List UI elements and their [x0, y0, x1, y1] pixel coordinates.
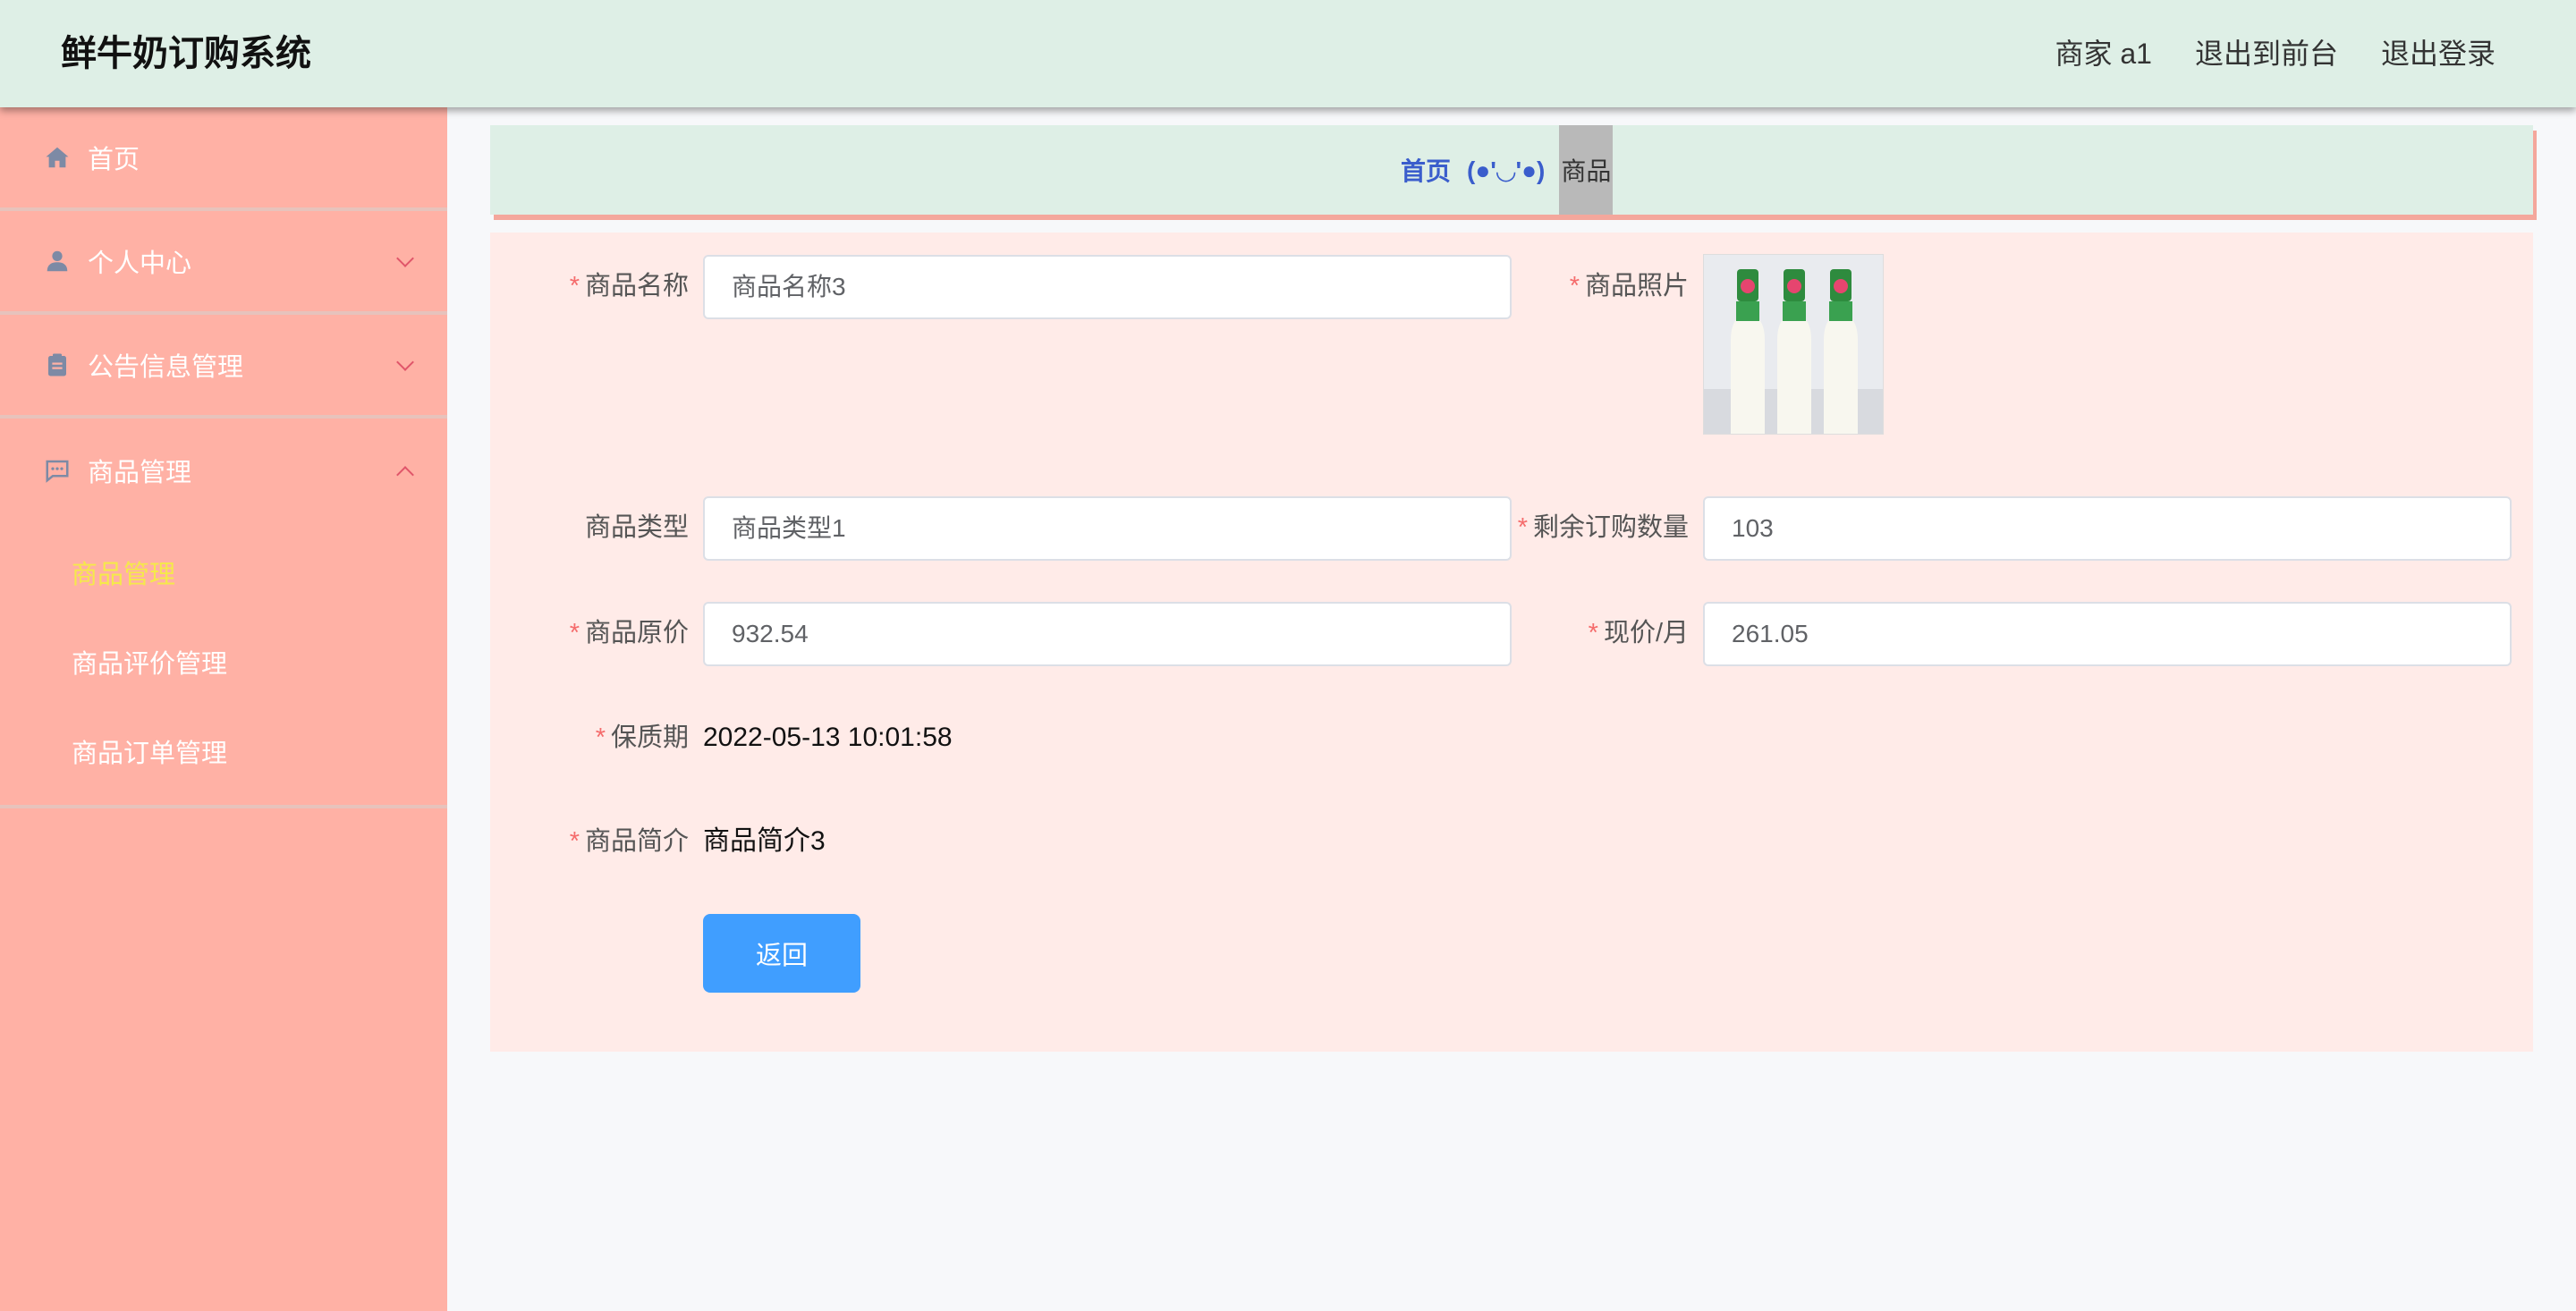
required-mark: *	[569, 827, 580, 856]
sidebar-item-home[interactable]: 首页	[0, 107, 447, 211]
required-mark: *	[1588, 619, 1598, 647]
back-button[interactable]: 返回	[703, 914, 860, 993]
type-label-text: 商品类型	[584, 513, 689, 542]
current-price-input[interactable]: 261.05	[1703, 602, 2512, 666]
required-mark: *	[569, 272, 580, 300]
top-header: 鲜牛奶订购系统 商家 a1 退出到前台 退出登录	[0, 0, 2576, 107]
current-user-label: 商家 a1	[2055, 38, 2152, 70]
chevron-down-icon	[396, 250, 414, 267]
message-icon	[43, 456, 72, 485]
required-mark: *	[1569, 272, 1580, 300]
stock-quantity-input[interactable]: 103	[1703, 496, 2512, 561]
product-type-input[interactable]: 商品类型1	[703, 496, 1512, 561]
required-mark: *	[1517, 513, 1528, 542]
user-icon	[43, 247, 72, 275]
sidebar-item-label: 个人中心	[88, 250, 192, 278]
submenu-item-review-manage[interactable]: 商品评价管理	[0, 617, 447, 706]
original-price-input[interactable]: 932.54	[703, 602, 1512, 666]
logout-link[interactable]: 退出登录	[2381, 32, 2496, 75]
shelf-life-label: * 保质期	[526, 706, 689, 769]
home-icon	[43, 143, 72, 172]
orig-price-label: * 商品原价	[526, 602, 689, 664]
sidebar-item-notice[interactable]: 公告信息管理	[0, 315, 447, 419]
shelf-life-value: 2022-05-13 10:01:58	[703, 723, 953, 752]
sidebar-item-label: 首页	[88, 146, 140, 174]
sidebar-item-label: 公告信息管理	[88, 353, 244, 382]
orig-price-label-text: 商品原价	[584, 619, 689, 647]
sidebar-item-products[interactable]: 商品管理	[0, 419, 447, 522]
required-mark: *	[569, 619, 580, 647]
name-label-text: 商品名称	[584, 272, 689, 300]
clipboard-icon	[43, 351, 72, 379]
intro-label-text: 商品简介	[584, 827, 689, 856]
submenu-item-product-manage[interactable]: 商品管理	[0, 528, 447, 617]
header-actions: 商家 a1 退出到前台 退出登录	[2055, 32, 2496, 75]
sidebar-item-profile[interactable]: 个人中心	[0, 211, 447, 315]
breadcrumb-home[interactable]: 首页	[1401, 152, 1451, 188]
chevron-down-icon	[396, 353, 414, 371]
breadcrumb-current: 商品	[1559, 125, 1614, 215]
name-label: * 商品名称	[526, 255, 689, 317]
chevron-up-icon	[396, 466, 414, 484]
required-mark: *	[595, 723, 606, 752]
shelf-life-label-text: 保质期	[610, 723, 689, 752]
cur-price-label: * 现价/月	[1492, 602, 1689, 664]
product-photo[interactable]	[1703, 254, 1884, 435]
product-name-input[interactable]: 商品名称3	[703, 255, 1512, 319]
type-label: 商品类型	[526, 496, 689, 559]
breadcrumb: 首页 (●'◡'●) 商品	[490, 125, 2533, 215]
intro-label: * 商品简介	[526, 810, 689, 873]
photo-label-text: 商品照片	[1584, 272, 1689, 300]
breadcrumb-separator: (●'◡'●)	[1467, 156, 1546, 184]
intro-value: 商品简介3	[703, 826, 826, 856]
product-detail-form: * 商品名称 商品名称3 * 商品照片 商品类型 商品类型1 * 剩余订购数量 …	[490, 233, 2533, 1052]
breadcrumb-trail: 首页 (●'◡'●) 商品	[1401, 125, 1614, 215]
product-submenu: 商品管理 商品评价管理 商品订单管理	[0, 522, 447, 808]
stock-label-text: 剩余订购数量	[1532, 513, 1689, 542]
photo-label: * 商品照片	[1492, 255, 1689, 317]
stock-label: * 剩余订购数量	[1492, 496, 1689, 559]
exit-to-front-link[interactable]: 退出到前台	[2195, 32, 2338, 75]
submenu-item-order-manage[interactable]: 商品订单管理	[0, 706, 447, 796]
sidebar: 首页 个人中心 公告信息管理 商品管理 商品管理 商品评价管理 商品订单管理	[0, 107, 447, 1311]
sidebar-item-label: 商品管理	[88, 459, 192, 487]
app-title: 鲜牛奶订购系统	[61, 34, 311, 73]
cur-price-label-text: 现价/月	[1603, 619, 1689, 647]
